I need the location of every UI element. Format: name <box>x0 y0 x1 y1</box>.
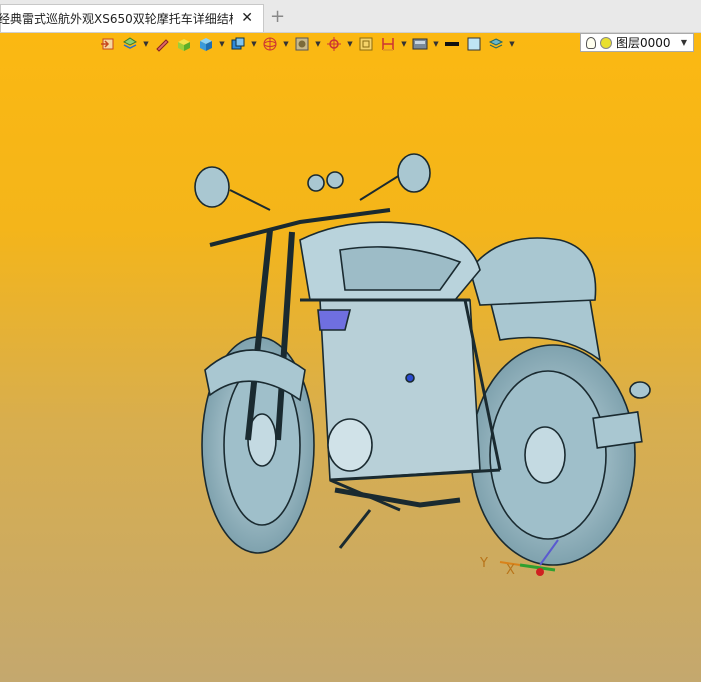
axis-y-label: Y <box>479 556 488 571</box>
axis-x-label: X <box>506 563 515 578</box>
motorcycle-model[interactable]: Y X <box>0 0 701 682</box>
